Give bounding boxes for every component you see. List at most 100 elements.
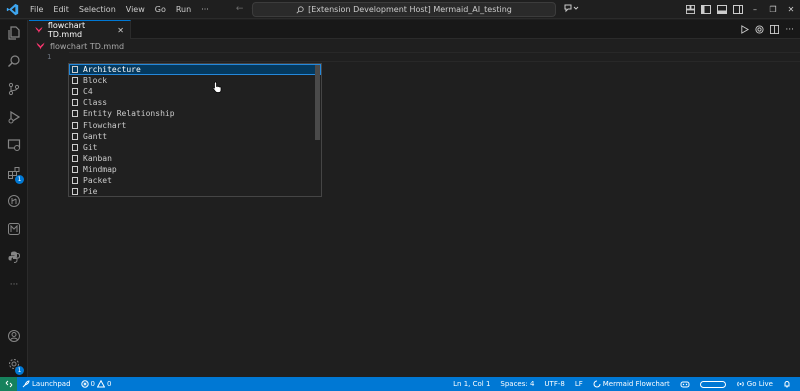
git-graph-icon[interactable] [0,189,28,213]
error-count: 0 [90,380,95,388]
source-control-icon[interactable] [0,77,28,101]
settings-icon[interactable]: 1 [0,352,28,376]
suggestion-item[interactable]: Mindmap [69,164,321,175]
keyword-icon [72,176,78,184]
title-bar-actions: – ❐ ✕ [682,0,800,19]
indentation[interactable]: Spaces: 4 [495,380,539,388]
toggle-sidebar-icon[interactable] [698,5,714,14]
suggestion-item[interactable]: Gantt [69,131,321,142]
encoding[interactable]: UTF-8 [539,380,569,388]
suggestion-item[interactable]: Entity Relationship [69,108,321,119]
menu-view[interactable]: View [121,0,150,19]
extensions-icon[interactable]: 1 [0,161,28,185]
run-icon[interactable] [740,25,750,34]
keyword-icon [72,99,78,107]
files-icon[interactable] [0,21,28,45]
breadcrumb[interactable]: flowchart TD.mmd [36,40,124,52]
line-number: 1 [47,53,52,61]
keyword-icon [72,121,78,129]
accounts-icon[interactable] [0,324,28,348]
menu-selection[interactable]: Selection [74,0,121,19]
activity-bar: 1 ··· 1 [0,20,28,377]
hand-cursor-icon [212,81,223,95]
breadcrumb-file[interactable]: flowchart TD.mmd [50,42,124,51]
suggestion-item[interactable]: C4 [69,86,321,97]
current-line-highlight [69,52,800,62]
status-bar: Launchpad 0 0 Ln 1, Col 1 Spaces: 4 UTF-… [0,377,800,391]
problems-indicator[interactable]: 0 0 [76,380,117,388]
launchpad-label: Launchpad [32,380,71,388]
mermaid-file-icon [35,26,43,34]
error-icon [80,380,89,388]
end-of-line[interactable]: LF [570,380,588,388]
keyword-icon [72,188,78,196]
suggest-scrollbar[interactable] [315,65,320,140]
keyword-icon [72,154,78,162]
keyword-icon [72,88,78,96]
command-center-label: [Extension Development Host] Mermaid_AI_… [308,5,512,14]
mermaid-icon[interactable] [0,217,28,241]
suggestion-item[interactable]: Architecture [69,64,321,76]
go-live-button[interactable]: Go Live [731,380,778,388]
toggle-panel-icon[interactable] [714,5,730,14]
vscode-logo-icon [5,2,19,16]
tab-label: flowchart TD.mmd [47,21,86,39]
settings-badge: 1 [15,366,24,375]
suggestion-item[interactable]: Class [69,97,321,108]
copilot-icon[interactable] [563,3,579,16]
extensions-badge: 1 [15,175,24,184]
launchpad-button[interactable]: Launchpad [17,380,76,388]
run-debug-icon[interactable] [0,105,28,129]
more-icon[interactable]: ··· [0,273,28,297]
menu-edit[interactable]: Edit [48,0,74,19]
menu-go[interactable]: Go [150,0,171,19]
tab-close-icon[interactable]: ✕ [117,26,124,35]
tab-flowchart[interactable]: flowchart TD.mmd ✕ [29,20,131,39]
toggle-secondary-sidebar-icon[interactable] [730,5,746,14]
preview-icon[interactable] [755,25,764,34]
suggestion-item[interactable]: Git [69,142,321,153]
language-label: Mermaid Flowchart [602,380,670,388]
python-icon[interactable] [0,245,28,269]
status-bar-right: Ln 1, Col 1 Spaces: 4 UTF-8 LF Mermaid F… [448,377,796,391]
rocket-icon [22,380,30,388]
keyword-icon [72,110,78,118]
more-actions-icon[interactable]: ··· [785,25,794,35]
customize-layout-icon[interactable] [682,5,698,14]
remote-indicator-icon[interactable] [0,377,17,391]
warning-count: 0 [107,380,112,388]
mermaid-file-icon [36,42,45,50]
keyword-icon [72,66,78,74]
suggestion-item[interactable]: Pie [69,186,321,197]
editor-actions: ··· [740,20,794,39]
suggest-widget[interactable]: Architecture Block C4 Class Entity Relat… [68,63,322,197]
menu-run[interactable]: Run [171,0,196,19]
go-live-label: Go Live [746,380,773,388]
suggestion-item[interactable]: Packet [69,175,321,186]
suggestion-item[interactable]: Flowchart [69,119,321,130]
menu-more[interactable]: ··· [196,0,214,19]
suggestion-item[interactable]: Block [69,75,321,86]
keyword-icon [72,77,78,85]
toggle-switch[interactable] [695,380,731,388]
restore-icon[interactable]: ❐ [764,5,782,14]
menu-file[interactable]: File [25,0,48,19]
suggestion-item[interactable]: Kanban [69,153,321,164]
back-arrow-icon[interactable]: ← [236,4,244,14]
keyword-icon [72,132,78,140]
minimize-icon[interactable]: – [746,5,764,14]
keyword-icon [72,165,78,173]
copilot-status-icon[interactable] [675,380,695,388]
cursor-position[interactable]: Ln 1, Col 1 [448,380,495,388]
close-window-icon[interactable]: ✕ [782,5,800,14]
notifications-icon[interactable] [778,380,796,388]
command-center[interactable]: [Extension Development Host] Mermaid_AI_… [252,2,556,17]
remote-explorer-icon[interactable] [0,133,28,157]
search-icon[interactable] [0,49,28,73]
language-mode[interactable]: Mermaid Flowchart [588,380,675,388]
broadcast-icon [737,381,744,387]
title-bar: File Edit Selection View Go Run ··· ← → … [0,0,800,19]
split-editor-icon[interactable] [770,25,780,34]
loading-spinner-icon [593,380,601,388]
menu-bar: File Edit Selection View Go Run ··· [25,0,214,19]
